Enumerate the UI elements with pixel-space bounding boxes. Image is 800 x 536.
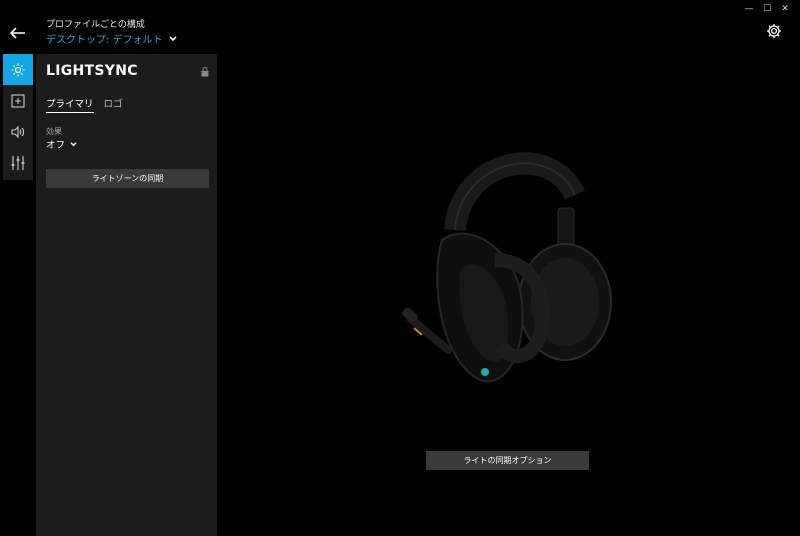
rail-item-equalizer[interactable] [3,147,33,178]
profile-dropdown[interactable]: デスクトップ: デフォルト [46,31,177,46]
lock-icon [201,67,209,77]
panel-title: LIGHTSYNC [46,63,138,79]
settings-button[interactable] [766,23,784,41]
maximize-button[interactable]: ☐ [758,3,776,15]
tab-primary[interactable]: プライマリ [46,96,94,113]
speaker-icon [11,125,25,138]
tab-logo[interactable]: ロゴ [104,96,123,113]
profile-label: デスクトップ: デフォルト [46,35,163,46]
chevron-down-icon [168,35,177,41]
gear-icon [767,24,781,38]
back-button[interactable] [8,22,28,44]
rail-item-lighting[interactable] [3,54,33,85]
effect-value: オフ [46,140,66,151]
minimize-button[interactable]: — [740,3,758,15]
effect-dropdown[interactable]: オフ [46,137,77,151]
plus-box-icon [11,93,25,108]
tool-rail [3,54,33,180]
effect-label: 効果 [46,127,62,136]
sun-icon [11,63,25,76]
rail-item-sound[interactable] [3,116,33,147]
lightsync-panel: LIGHTSYNC プライマリ ロゴ 効果 オフ ライトゾーンの同期 [36,54,217,536]
light-sync-options-button[interactable]: ライトの同期オプション [426,451,589,470]
chevron-down-icon [70,141,77,146]
arrow-left-icon [10,27,25,39]
sync-zones-button[interactable]: ライトゾーンの同期 [46,169,209,188]
close-button[interactable]: ✕ [776,3,794,15]
headset-image [402,152,612,383]
zone-tabs: プライマリ ロゴ [46,96,123,113]
rail-item-assignments[interactable] [3,85,33,116]
sliders-icon [11,155,25,170]
window-controls: — ☐ ✕ [740,3,794,15]
page-title: プロファイルごとの構成 [46,20,145,30]
